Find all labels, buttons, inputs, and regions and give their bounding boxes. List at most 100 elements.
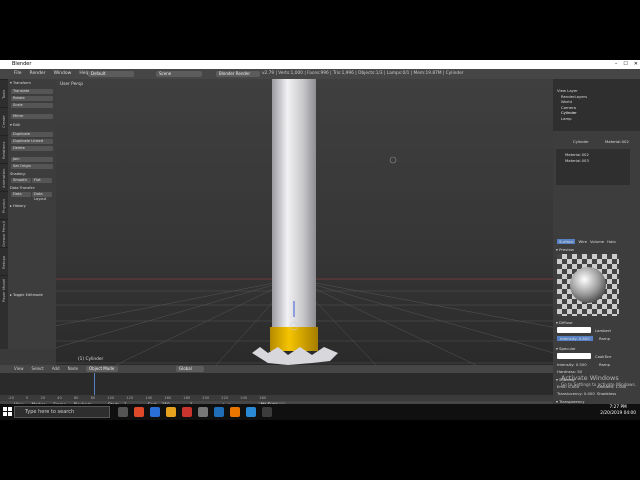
tab-tools[interactable]: Tools: [0, 79, 8, 108]
tool-shelf: ▾ Transform Translate Rotate Scale Mirro…: [8, 79, 56, 349]
maximize-button[interactable]: ☐: [623, 60, 627, 69]
scene-stats: v2.79 | Verts:1,000 | Faces:996 | Tris:1…: [262, 71, 464, 76]
taskbar-apps: [118, 407, 272, 417]
system-tray-clock[interactable]: 7:27 PM 2/20/2019 04:00: [600, 405, 636, 417]
set-origin-button[interactable]: Set Origin: [11, 164, 53, 169]
steam-icon[interactable]: [214, 407, 224, 417]
tab-volume[interactable]: Volume: [590, 239, 604, 244]
object-field[interactable]: Cylinder: [573, 139, 589, 144]
translucency-field[interactable]: Translucency: 0.000: [557, 391, 595, 396]
cylinder-gold-band: [270, 327, 318, 351]
rotate-button[interactable]: Rotate: [11, 96, 53, 101]
app-icon-2[interactable]: [262, 407, 272, 417]
delete-button[interactable]: Delete: [11, 146, 53, 151]
info-header: File Render Window Help Default Scene Bl…: [0, 69, 640, 79]
diffuse-intensity[interactable]: Intensity: 0.800: [557, 336, 593, 341]
specular-shader[interactable]: CookTorr: [595, 354, 612, 359]
file-explorer-icon[interactable]: [166, 407, 176, 417]
material-slot-list[interactable]: Material.002 Material.003: [556, 149, 630, 185]
object-label: (1) Cylinder: [78, 357, 104, 362]
node-menu-node[interactable]: Node: [68, 365, 78, 373]
search-placeholder: Type here to search: [25, 409, 75, 415]
menu-render[interactable]: Render: [30, 69, 46, 79]
tab-wire[interactable]: Wire: [578, 239, 587, 244]
specular-color-swatch[interactable]: [557, 353, 591, 359]
mode-dropdown[interactable]: Object Mode: [86, 366, 118, 372]
node-editor-header: View Select Add Node Object Mode Global: [0, 365, 553, 373]
transform-header[interactable]: ▾ Transform: [10, 81, 31, 85]
window-controls: – ☐ ✕: [615, 60, 638, 69]
tab-physics[interactable]: Physics: [0, 191, 8, 220]
activation-subtitle: Go to Settings to activate Windows.: [560, 382, 636, 387]
tab-halo[interactable]: Halo: [607, 239, 616, 244]
viewport-scene: [56, 79, 553, 365]
material-preview: [557, 254, 619, 316]
current-frame-indicator[interactable]: [94, 373, 95, 395]
data-button[interactable]: Data: [11, 192, 31, 197]
translate-button[interactable]: Translate: [11, 89, 53, 94]
material-field[interactable]: Material.002: [605, 139, 629, 144]
close-button[interactable]: ✕: [634, 60, 638, 69]
node-menu-view[interactable]: View: [14, 365, 24, 373]
menu-window[interactable]: Window: [54, 69, 72, 79]
windows-activation-watermark: Activate Windows Go to Settings to activ…: [561, 374, 636, 387]
scene-dropdown[interactable]: Scene: [156, 71, 202, 77]
chrome-icon[interactable]: [134, 407, 144, 417]
taskbar-search-box[interactable]: Type here to search: [14, 406, 110, 418]
cylinder-body: [272, 79, 316, 327]
toggle-editmode-panel[interactable]: ▸ Toggle Editmode: [10, 293, 43, 297]
store-icon[interactable]: [246, 407, 256, 417]
smooth-button[interactable]: Smooth: [11, 178, 31, 183]
tab-animation[interactable]: Animation: [0, 163, 8, 192]
tab-relations[interactable]: Relations: [0, 135, 8, 164]
data-transfer-header: Data Transfer:: [10, 186, 36, 190]
specular-header[interactable]: ▾ Specular: [556, 346, 576, 351]
main-menu: File Render Window Help: [14, 69, 90, 79]
tab-grease-pencil[interactable]: Grease Pencil: [0, 219, 8, 248]
scale-button[interactable]: Scale: [11, 103, 53, 108]
shading-header: Shading:: [10, 172, 26, 176]
node-menu-add[interactable]: Add: [52, 365, 60, 373]
menu-file[interactable]: File: [14, 69, 22, 79]
transform-orientation-dropdown[interactable]: Global: [176, 366, 204, 372]
render-engine-dropdown[interactable]: Blender Render: [216, 71, 260, 77]
blender-screen: Blender – ☐ ✕ File Render Window Help De…: [0, 60, 640, 420]
clock-date: 2/20/2019 04:00: [600, 411, 636, 416]
flat-button[interactable]: Flat: [32, 178, 52, 183]
material-slot-2[interactable]: Material.003: [565, 158, 630, 164]
blender-icon[interactable]: [230, 407, 240, 417]
activation-title: Activate Windows: [560, 374, 619, 382]
layout-dropdown[interactable]: Default: [88, 71, 134, 77]
mirror-button[interactable]: Mirror: [11, 114, 53, 119]
tab-retopo[interactable]: Retopo: [0, 247, 8, 276]
tab-surface[interactable]: Surface: [557, 239, 576, 244]
minimize-button[interactable]: –: [615, 60, 618, 69]
shadeless-toggle[interactable]: Shadeless: [597, 391, 616, 396]
join-button[interactable]: Join: [11, 157, 53, 162]
opera-icon[interactable]: [182, 407, 192, 417]
diffuse-color-swatch[interactable]: [557, 327, 591, 333]
edge-icon[interactable]: [150, 407, 160, 417]
specular-ramp-toggle[interactable]: Ramp: [599, 362, 610, 367]
tab-paper-model[interactable]: Paper Model: [0, 275, 8, 304]
node-editor-menus: View Select Add Node: [14, 365, 78, 373]
outliner-item-lamp[interactable]: Lamp: [557, 116, 587, 122]
preview-header[interactable]: ▾ Preview: [556, 247, 574, 252]
duplicate-linked-button[interactable]: Duplicate Linked: [11, 139, 53, 144]
tab-create[interactable]: Create: [0, 107, 8, 136]
duplicate-button[interactable]: Duplicate: [11, 132, 53, 137]
history-header[interactable]: ▸ History: [10, 204, 26, 208]
view-label: User Persp: [60, 82, 83, 87]
3d-viewport[interactable]: User Persp (1) Cylinder: [56, 79, 553, 365]
diffuse-shader[interactable]: Lambert: [595, 328, 611, 333]
task-view-icon[interactable]: [118, 407, 128, 417]
edit-header[interactable]: ▾ Edit: [10, 123, 20, 127]
node-menu-select[interactable]: Select: [32, 365, 44, 373]
diffuse-header[interactable]: ▾ Diffuse: [556, 320, 572, 325]
data-layout-button[interactable]: Data Layout: [32, 192, 52, 201]
diffuse-ramp-toggle[interactable]: Ramp: [599, 336, 610, 341]
specular-intensity[interactable]: Intensity: 0.500: [557, 362, 587, 367]
windows-start-icon[interactable]: [3, 407, 12, 416]
app-icon[interactable]: [198, 407, 208, 417]
timeline-track[interactable]: [0, 373, 553, 395]
